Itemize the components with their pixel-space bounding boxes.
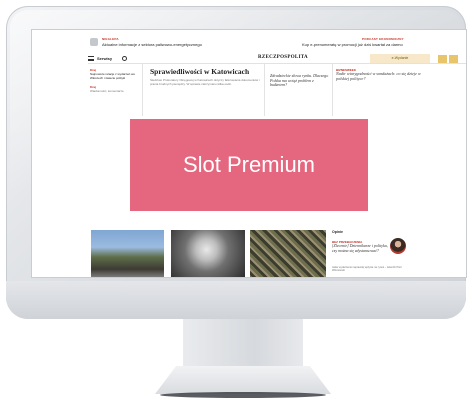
top-left-link[interactable]: Aktualne informacje z sektora paliwowo-e…	[102, 42, 202, 47]
menu-icon[interactable]	[88, 56, 94, 61]
site-logo[interactable]: RZECZPOSPOLITA	[258, 55, 308, 60]
search-icon[interactable]	[122, 56, 127, 61]
monitor-screen: NIEGLEPA Aktualne informacje z sektora p…	[31, 29, 467, 278]
top-left-tag: NIEGLEPA	[102, 37, 119, 41]
monitor-stand-neck	[183, 319, 303, 371]
photo-crowd[interactable]	[250, 230, 326, 277]
photo-portrait[interactable]	[171, 230, 245, 277]
column-divider	[332, 64, 333, 116]
opinion-quote[interactable]: Zdradzieckie słowa rynku. Dlaczego Polsk…	[270, 73, 330, 88]
right-column: BIZNESWEEK Nadir wiarygodności w sondaża…	[336, 68, 432, 81]
top-bar: NIEGLEPA Aktualne informacje z sektora p…	[32, 30, 466, 54]
article-badge-icon	[90, 38, 98, 46]
slot-premium-label: Slot Premium	[182, 152, 316, 177]
author-avatar	[390, 238, 406, 254]
monitor-base-shadow	[160, 392, 326, 398]
monitor-mockup: NIEGLEPA Aktualne informacje z sektora p…	[0, 0, 469, 405]
top-right-tag: PODCAST EKONOMICZNY	[362, 37, 404, 41]
e-wydanie-button[interactable]: e-Wydanie	[370, 54, 430, 63]
left-link-1[interactable]: Najnowsze relacje z wydarzeń we Włoszech…	[90, 72, 138, 80]
opinion-headline[interactable]: [Zlecenie] Dziennikarze i polityka, czy …	[332, 243, 392, 253]
left-column: Kraj Najnowsze relacje z wydarzeń we Wło…	[90, 68, 138, 93]
right-link[interactable]: Nadir wiarygodności w sondażach: co się …	[336, 71, 432, 81]
column-divider	[264, 64, 265, 116]
user-icon[interactable]	[438, 55, 447, 63]
settings-icon[interactable]	[449, 55, 458, 63]
opinion-sub: Jakie wydarzenie naprawdę wpłynie na ryn…	[332, 266, 402, 273]
top-right-link[interactable]: Kup e-prenumeratę w promocji już dziś kw…	[302, 42, 403, 47]
column-divider	[142, 64, 143, 116]
main-headline[interactable]: Sprawiedliwości w Katowicach	[150, 67, 249, 76]
main-lead: Śledztwo Prokuratury Okręgowej w Katowic…	[150, 78, 260, 87]
left-link-2[interactable]: Wiadomości, komentarze	[90, 89, 138, 93]
premium-ad-slot[interactable]: Slot Premium	[130, 119, 368, 211]
nav-bar: Serwisy RZECZPOSPOLITA e-Wydanie	[88, 54, 466, 64]
monitor-chin	[6, 281, 466, 319]
menu-label[interactable]: Serwisy	[97, 56, 112, 61]
opinion-title: Opinie	[332, 230, 343, 234]
monitor-stand-base	[155, 366, 331, 394]
photo-horses[interactable]	[91, 230, 164, 277]
opinion-panel: Opinie BEZ PRZEBACZENIA [Zlecenie] Dzien…	[332, 230, 466, 277]
